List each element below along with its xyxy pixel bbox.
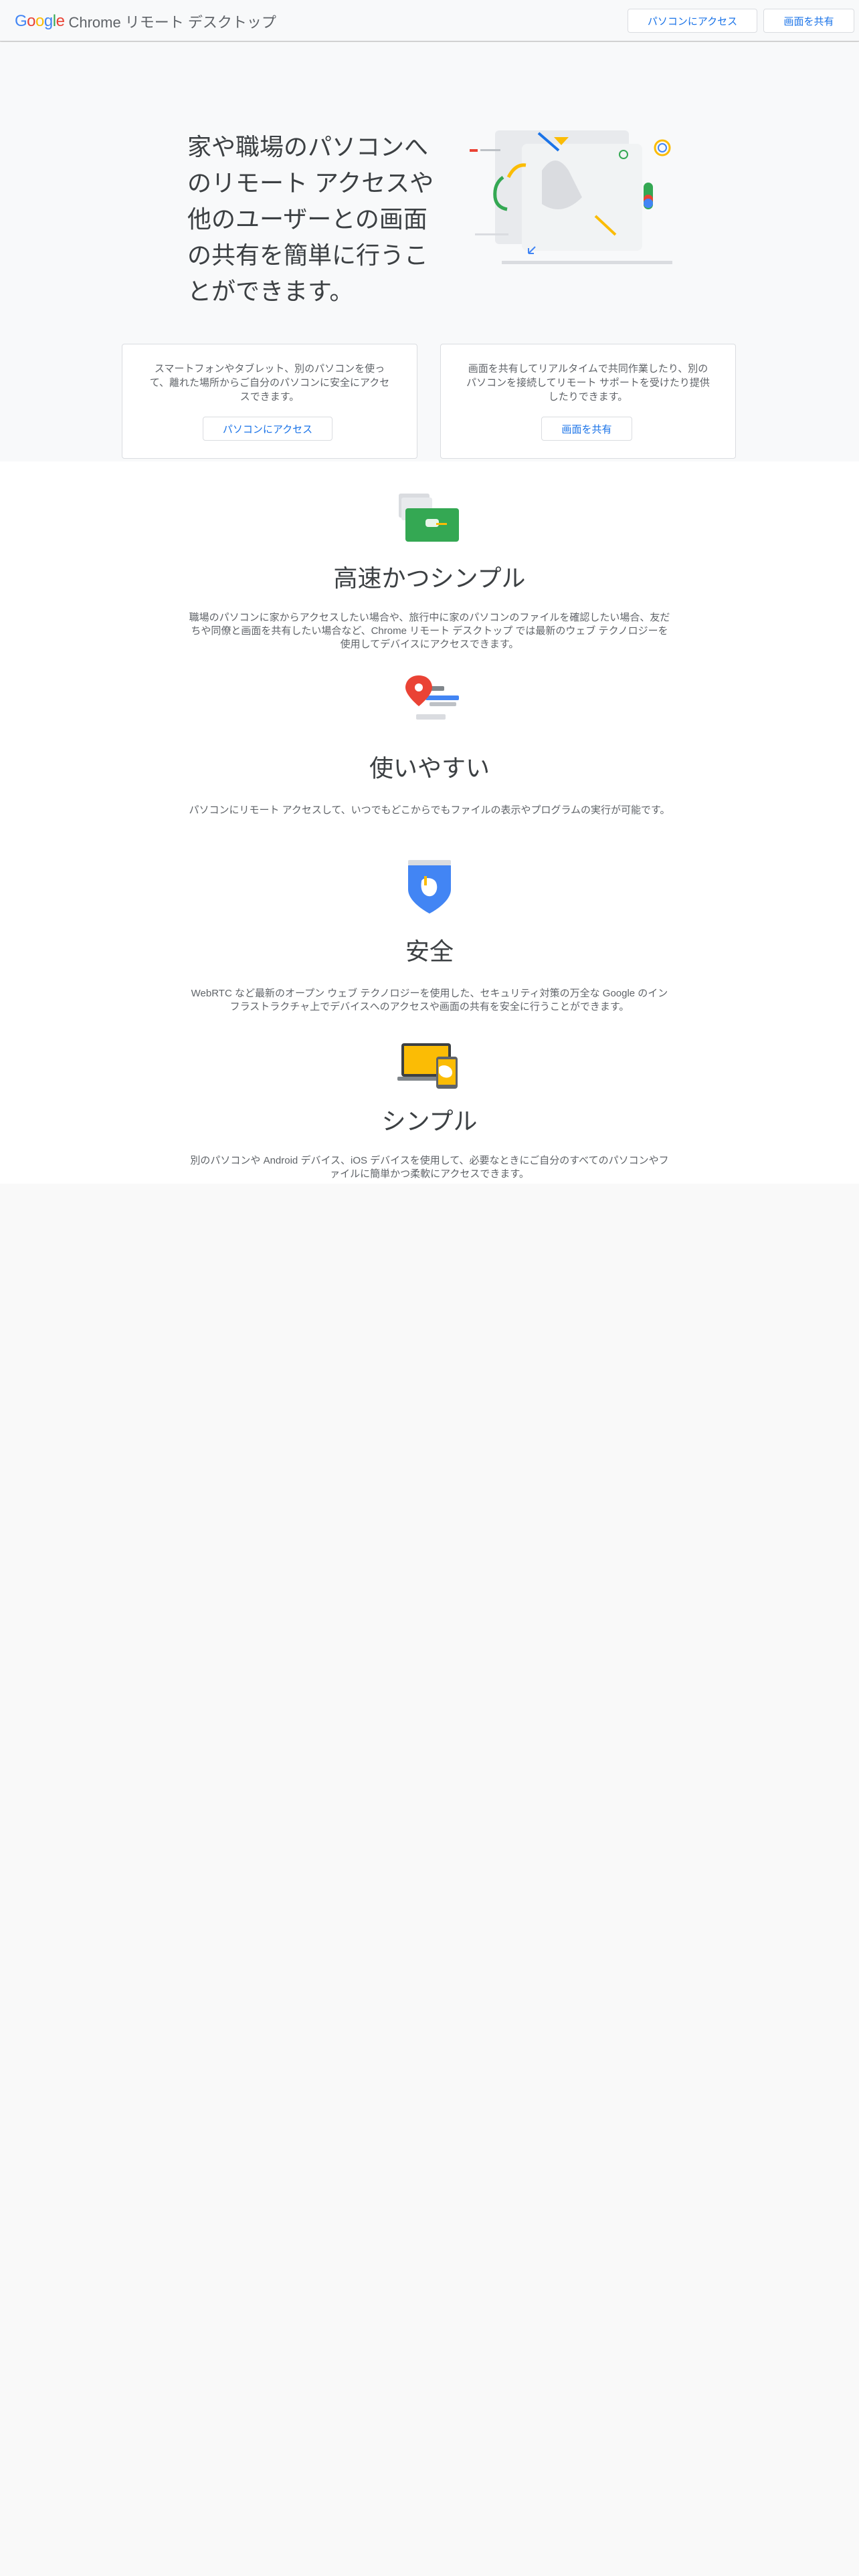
feature-description: 別のパソコンや Android デバイス、iOS デバイスを使用して、必要なとき… bbox=[190, 1155, 669, 1180]
product-name: Chrome リモート デスクトップ bbox=[68, 14, 276, 31]
hero-section: 家や職場のパソコンへのリモート アクセスや他のユーザーとの画面の共有を簡単に行う… bbox=[0, 42, 859, 461]
share-card: 画面を共有してリアルタイムで共同作業したり、別のパソコンを接続してリモート サポ… bbox=[440, 344, 736, 459]
feature-title: 高速かつシンプル bbox=[333, 564, 526, 592]
product-logo[interactable]: Google Chrome リモート デスクトップ bbox=[15, 11, 276, 32]
windows-remote-icon bbox=[399, 494, 459, 542]
feature-description: 職場のパソコンに家からアクセスしたい場合や、旅行中に家のパソコンのファイルを確認… bbox=[189, 612, 670, 650]
hero-illustration bbox=[470, 130, 672, 264]
features-section: 高速かつシンプル 職場のパソコンに家からアクセスしたい場合や、旅行中に家のパソコ… bbox=[0, 461, 859, 1184]
top-bar: Google Chrome リモート デスクトップ パソコンにアクセス 画面を共… bbox=[0, 0, 859, 41]
feature-title: 使いやすい bbox=[369, 754, 490, 782]
share-card-text: 画面を共有してリアルタイムで共同作業したり、別のパソコンを接続してリモート サポ… bbox=[466, 363, 710, 403]
location-pin-icon bbox=[405, 675, 459, 720]
feature-title: シンプル bbox=[381, 1107, 478, 1135]
devices-icon bbox=[397, 1043, 458, 1089]
header-share-button[interactable]: 画面を共有 bbox=[763, 9, 854, 33]
feature-title: 安全 bbox=[405, 938, 454, 965]
hero-title: 家や職場のパソコンへのリモート アクセスや他のユーザーとの画面の共有を簡単に行う… bbox=[187, 133, 434, 305]
feature-description: WebRTC など最新のオープン ウェブ テクノロジーを使用した、セキュリティ対… bbox=[191, 988, 668, 1012]
share-card-button[interactable]: 画面を共有 bbox=[541, 417, 632, 441]
feature-description: パソコンにリモート アクセスして、いつでもどこからでもファイルの表示やプログラム… bbox=[189, 804, 670, 816]
access-card: スマートフォンやタブレット、別のパソコンを使って、離れた場所からご自分のパソコン… bbox=[122, 344, 417, 459]
google-logo: Google bbox=[15, 12, 65, 30]
header-access-button[interactable]: パソコンにアクセス bbox=[628, 9, 757, 33]
access-card-text: スマートフォンやタブレット、別のパソコンを使って、離れた場所からご自分のパソコン… bbox=[149, 363, 390, 403]
access-card-button[interactable]: パソコンにアクセス bbox=[203, 417, 332, 441]
shield-icon bbox=[408, 860, 451, 914]
